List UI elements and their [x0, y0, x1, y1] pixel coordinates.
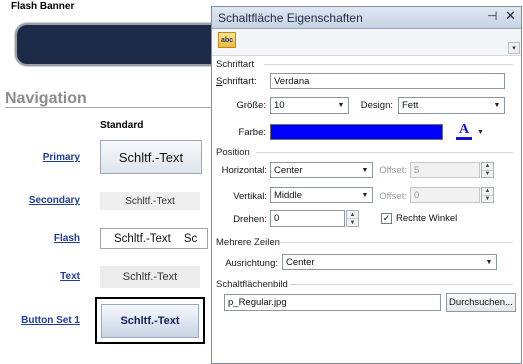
banner-title: Flash Banner — [11, 1, 75, 12]
pin-icon[interactable]: ⊣ — [487, 9, 497, 23]
vertical-offset-field[interactable]: 0 — [410, 187, 480, 203]
standard-column-label: Standard — [100, 120, 144, 131]
right-angle-checkbox[interactable]: ✓ — [381, 213, 392, 224]
section-button-image-divider — [290, 284, 513, 285]
image-file-field[interactable]: p_Regular.jpg — [224, 294, 441, 311]
flash-button-label-clipped: Sc — [183, 232, 198, 245]
primary-button-preview[interactable]: Schltf.-Text — [100, 140, 202, 174]
design-dropdown[interactable]: Fett ▼ — [398, 97, 505, 114]
section-font: Schriftart — [216, 59, 255, 70]
horizontal-label: Horizontal: — [221, 165, 267, 176]
flash-button-label: Schltf.-Text — [114, 232, 171, 245]
chevron-down-icon: ▼ — [337, 102, 345, 109]
nav-link-text[interactable]: Text — [10, 271, 80, 282]
navigation-divider — [5, 107, 215, 108]
rotate-field-value: 0 — [274, 213, 280, 224]
text-color-icon[interactable]: A — [455, 123, 473, 141]
section-multiline: Mehrere Zeilen — [216, 237, 280, 248]
chevron-down-icon: ▼ — [493, 102, 501, 109]
chevron-down-icon[interactable]: ▼ — [477, 129, 484, 136]
vertical-dropdown[interactable]: Middle ▼ — [270, 187, 373, 203]
text-style-icon[interactable]: abc — [218, 32, 236, 48]
chevron-down-icon: ▼ — [361, 191, 369, 199]
text-color-glyph: A — [458, 122, 470, 137]
section-button-image: Schaltflächenbild — [216, 279, 288, 290]
chevron-down-icon: ▼ — [361, 166, 369, 174]
horizontal-offset-field[interactable]: 5 — [410, 162, 480, 178]
section-multiline-divider — [280, 242, 513, 243]
vertical-offset-value: 0 — [414, 189, 420, 201]
image-file-value: p_Regular.jpg — [228, 297, 287, 308]
section-position-divider — [256, 152, 513, 153]
design-dropdown-value: Fett — [402, 100, 419, 111]
nav-link-button-set-1[interactable]: Button Set 1 — [10, 315, 80, 326]
rotate-label: Drehen: — [233, 214, 267, 225]
font-field[interactable]: Verdana — [270, 73, 505, 89]
nav-link-flash[interactable]: Flash — [10, 233, 80, 244]
font-label: Schriftart: — [216, 76, 257, 87]
alignment-dropdown-value: Center — [286, 256, 315, 268]
horizontal-offset-stepper[interactable]: ▲ ▼ — [481, 162, 494, 178]
button-set-1-preview[interactable]: Schltf.-Text — [101, 304, 199, 338]
horizontal-offset-label: Offset: — [379, 165, 407, 176]
section-position: Position — [216, 147, 250, 158]
color-label: Farbe: — [238, 127, 266, 138]
size-dropdown-value: 10 — [274, 100, 285, 111]
vertical-offset-stepper[interactable]: ▲ ▼ — [481, 187, 494, 203]
toolbar-overflow-icon[interactable]: ▾ — [508, 42, 520, 54]
secondary-button-preview[interactable]: Schltf.-Text — [100, 192, 200, 210]
right-angle-label: Rechte Winkel — [396, 213, 458, 224]
flash-button-preview[interactable]: Schltf.-Text Sc — [100, 228, 208, 249]
size-dropdown[interactable]: 10 ▼ — [270, 97, 349, 114]
vertical-dropdown-value: Middle — [274, 189, 302, 201]
close-icon[interactable]: ✕ — [505, 8, 516, 24]
panel-toolbar — [212, 29, 521, 56]
chevron-down-icon: ▼ — [485, 258, 493, 266]
browse-button[interactable]: Durchsuchen... — [446, 293, 516, 312]
rotate-stepper[interactable]: ▲ ▼ — [346, 210, 359, 227]
horizontal-dropdown-value: Center — [274, 164, 303, 176]
vertical-offset-label: Offset: — [379, 191, 407, 202]
navigation-heading: Navigation — [5, 90, 87, 107]
text-button-preview[interactable]: Schltf.-Text — [100, 266, 200, 288]
horizontal-dropdown[interactable]: Center ▼ — [270, 162, 373, 178]
section-font-divider — [264, 64, 513, 65]
alignment-dropdown[interactable]: Center ▼ — [282, 254, 497, 270]
rotate-field[interactable]: 0 — [270, 210, 345, 227]
horizontal-offset-value: 5 — [414, 164, 420, 176]
nav-link-secondary[interactable]: Secondary — [10, 195, 80, 206]
nav-link-primary[interactable]: Primary — [10, 152, 80, 163]
font-field-value: Verdana — [274, 75, 310, 87]
size-label: Größe: — [236, 100, 266, 111]
color-swatch[interactable] — [270, 124, 443, 140]
alignment-label: Ausrichtung: — [225, 258, 278, 269]
text-color-bar — [456, 137, 472, 140]
vertical-label: Vertikal: — [233, 191, 267, 202]
panel-title: Schaltfläche Eigenschaften — [218, 11, 363, 25]
design-label: Design: — [360, 100, 393, 111]
